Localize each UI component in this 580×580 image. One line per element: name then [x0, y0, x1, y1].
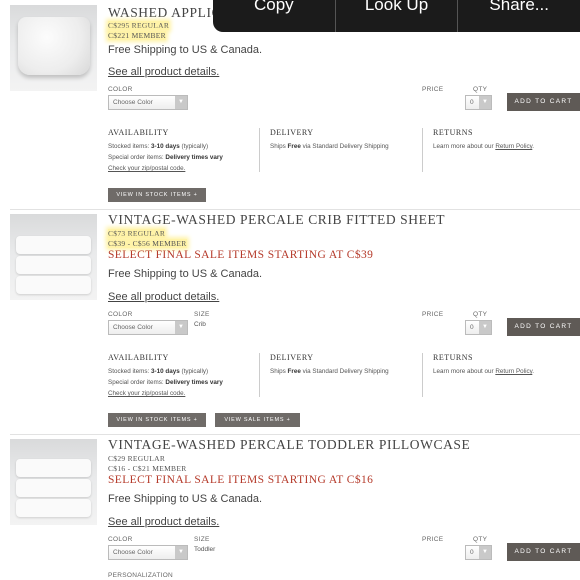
returns-heading: RETURNS — [433, 128, 473, 137]
size-label: SIZE — [194, 536, 210, 543]
member-price: C$39 - C$56 MEMBER — [108, 239, 187, 248]
chevron-down-icon: ▼ — [479, 96, 491, 109]
shipping-text: Free Shipping to US & Canada. — [108, 44, 263, 56]
product-details-link[interactable]: See all product details. — [108, 291, 219, 303]
product-title[interactable]: VINTAGE-WASHED PERCALE CRIB FITTED SHEET — [108, 212, 445, 228]
chevron-down-icon: ▼ — [175, 546, 187, 559]
sale-text: SELECT FINAL SALE ITEMS STARTING AT C$39 — [108, 249, 374, 261]
product-details-link[interactable]: See all product details. — [108, 66, 219, 78]
color-select[interactable]: Choose Color ▼ — [108, 545, 188, 560]
special-order-text: Special order items: Delivery times vary — [108, 379, 223, 386]
regular-price: C$295 REGULAR — [108, 21, 170, 30]
divider — [10, 434, 580, 435]
product-image[interactable] — [10, 5, 97, 91]
stocked-items-text: Stocked items: 3-10 days (typically) — [108, 368, 209, 375]
availability-heading: AVAILABILITY — [108, 353, 169, 362]
add-to-cart-button[interactable]: ADD TO CART — [507, 318, 580, 336]
copy-menu-item[interactable]: Copy — [213, 0, 335, 32]
qty-select[interactable]: 0 ▼ — [465, 95, 492, 110]
text-selection-context-menu: Copy Look Up Share... — [213, 0, 580, 32]
add-to-cart-button[interactable]: ADD TO CART — [507, 93, 580, 111]
color-label: COLOR — [108, 536, 133, 543]
qty-label: QTY — [473, 311, 488, 318]
shipping-text: Free Shipping to US & Canada. — [108, 268, 263, 280]
product-title[interactable]: VINTAGE-WASHED PERCALE TODDLER PILLOWCAS… — [108, 437, 470, 453]
price-label: PRICE — [422, 86, 444, 93]
size-value: Crib — [194, 321, 206, 328]
color-label: COLOR — [108, 86, 133, 93]
returns-text: Learn more about our Return Policy. — [433, 143, 535, 150]
product-image[interactable] — [10, 214, 97, 300]
chevron-down-icon: ▼ — [175, 96, 187, 109]
chevron-down-icon: ▼ — [479, 546, 491, 559]
chevron-down-icon: ▼ — [479, 321, 491, 334]
view-sale-items-button[interactable]: VIEW SALE ITEMS + — [215, 413, 300, 427]
regular-price: C$73 REGULAR — [108, 229, 166, 238]
delivery-heading: DELIVERY — [270, 353, 314, 362]
add-to-cart-button[interactable]: ADD TO CART — [507, 543, 580, 561]
qty-label: QTY — [473, 86, 488, 93]
price-label: PRICE — [422, 311, 444, 318]
price-label: PRICE — [422, 536, 444, 543]
chevron-down-icon: ▼ — [175, 321, 187, 334]
size-label: SIZE — [194, 311, 210, 318]
delivery-heading: DELIVERY — [270, 128, 314, 137]
view-in-stock-button[interactable]: VIEW IN STOCK ITEMS + — [108, 188, 206, 202]
member-price: C$221 MEMBER — [108, 31, 166, 40]
delivery-text: Ships Free via Standard Delivery Shippin… — [270, 143, 389, 150]
returns-text: Learn more about our Return Policy. — [433, 368, 535, 375]
look-up-menu-item[interactable]: Look Up — [334, 0, 458, 32]
qty-select[interactable]: 0 ▼ — [465, 545, 492, 560]
delivery-text: Ships Free via Standard Delivery Shippin… — [270, 368, 389, 375]
availability-heading: AVAILABILITY — [108, 128, 169, 137]
color-select[interactable]: Choose Color ▼ — [108, 95, 188, 110]
return-policy-link[interactable]: Return Policy — [495, 368, 532, 375]
divider — [422, 353, 423, 397]
divider — [259, 353, 260, 397]
divider — [10, 209, 580, 210]
regular-price: C$29 REGULAR — [108, 454, 166, 463]
member-price: C$16 - C$21 MEMBER — [108, 464, 187, 473]
color-label: COLOR — [108, 311, 133, 318]
returns-heading: RETURNS — [433, 353, 473, 362]
color-select[interactable]: Choose Color ▼ — [108, 320, 188, 335]
zip-code-link[interactable]: Check your zip/postal code. — [108, 165, 185, 172]
stocked-items-text: Stocked items: 3-10 days (typically) — [108, 143, 209, 150]
qty-select[interactable]: 0 ▼ — [465, 320, 492, 335]
qty-label: QTY — [473, 536, 488, 543]
personalization-label: PERSONALIZATION — [108, 572, 174, 579]
special-order-text: Special order items: Delivery times vary — [108, 154, 223, 161]
shipping-text: Free Shipping to US & Canada. — [108, 493, 263, 505]
product-image[interactable] — [10, 439, 97, 525]
zip-code-link[interactable]: Check your zip/postal code. — [108, 390, 185, 397]
divider — [259, 128, 260, 172]
return-policy-link[interactable]: Return Policy — [495, 143, 532, 150]
size-value: Toddler — [194, 546, 216, 553]
divider — [422, 128, 423, 172]
product-details-link[interactable]: See all product details. — [108, 516, 219, 528]
sale-text: SELECT FINAL SALE ITEMS STARTING AT C$16 — [108, 474, 374, 486]
share-menu-item[interactable]: Share... — [457, 0, 580, 32]
view-in-stock-button[interactable]: VIEW IN STOCK ITEMS + — [108, 413, 206, 427]
